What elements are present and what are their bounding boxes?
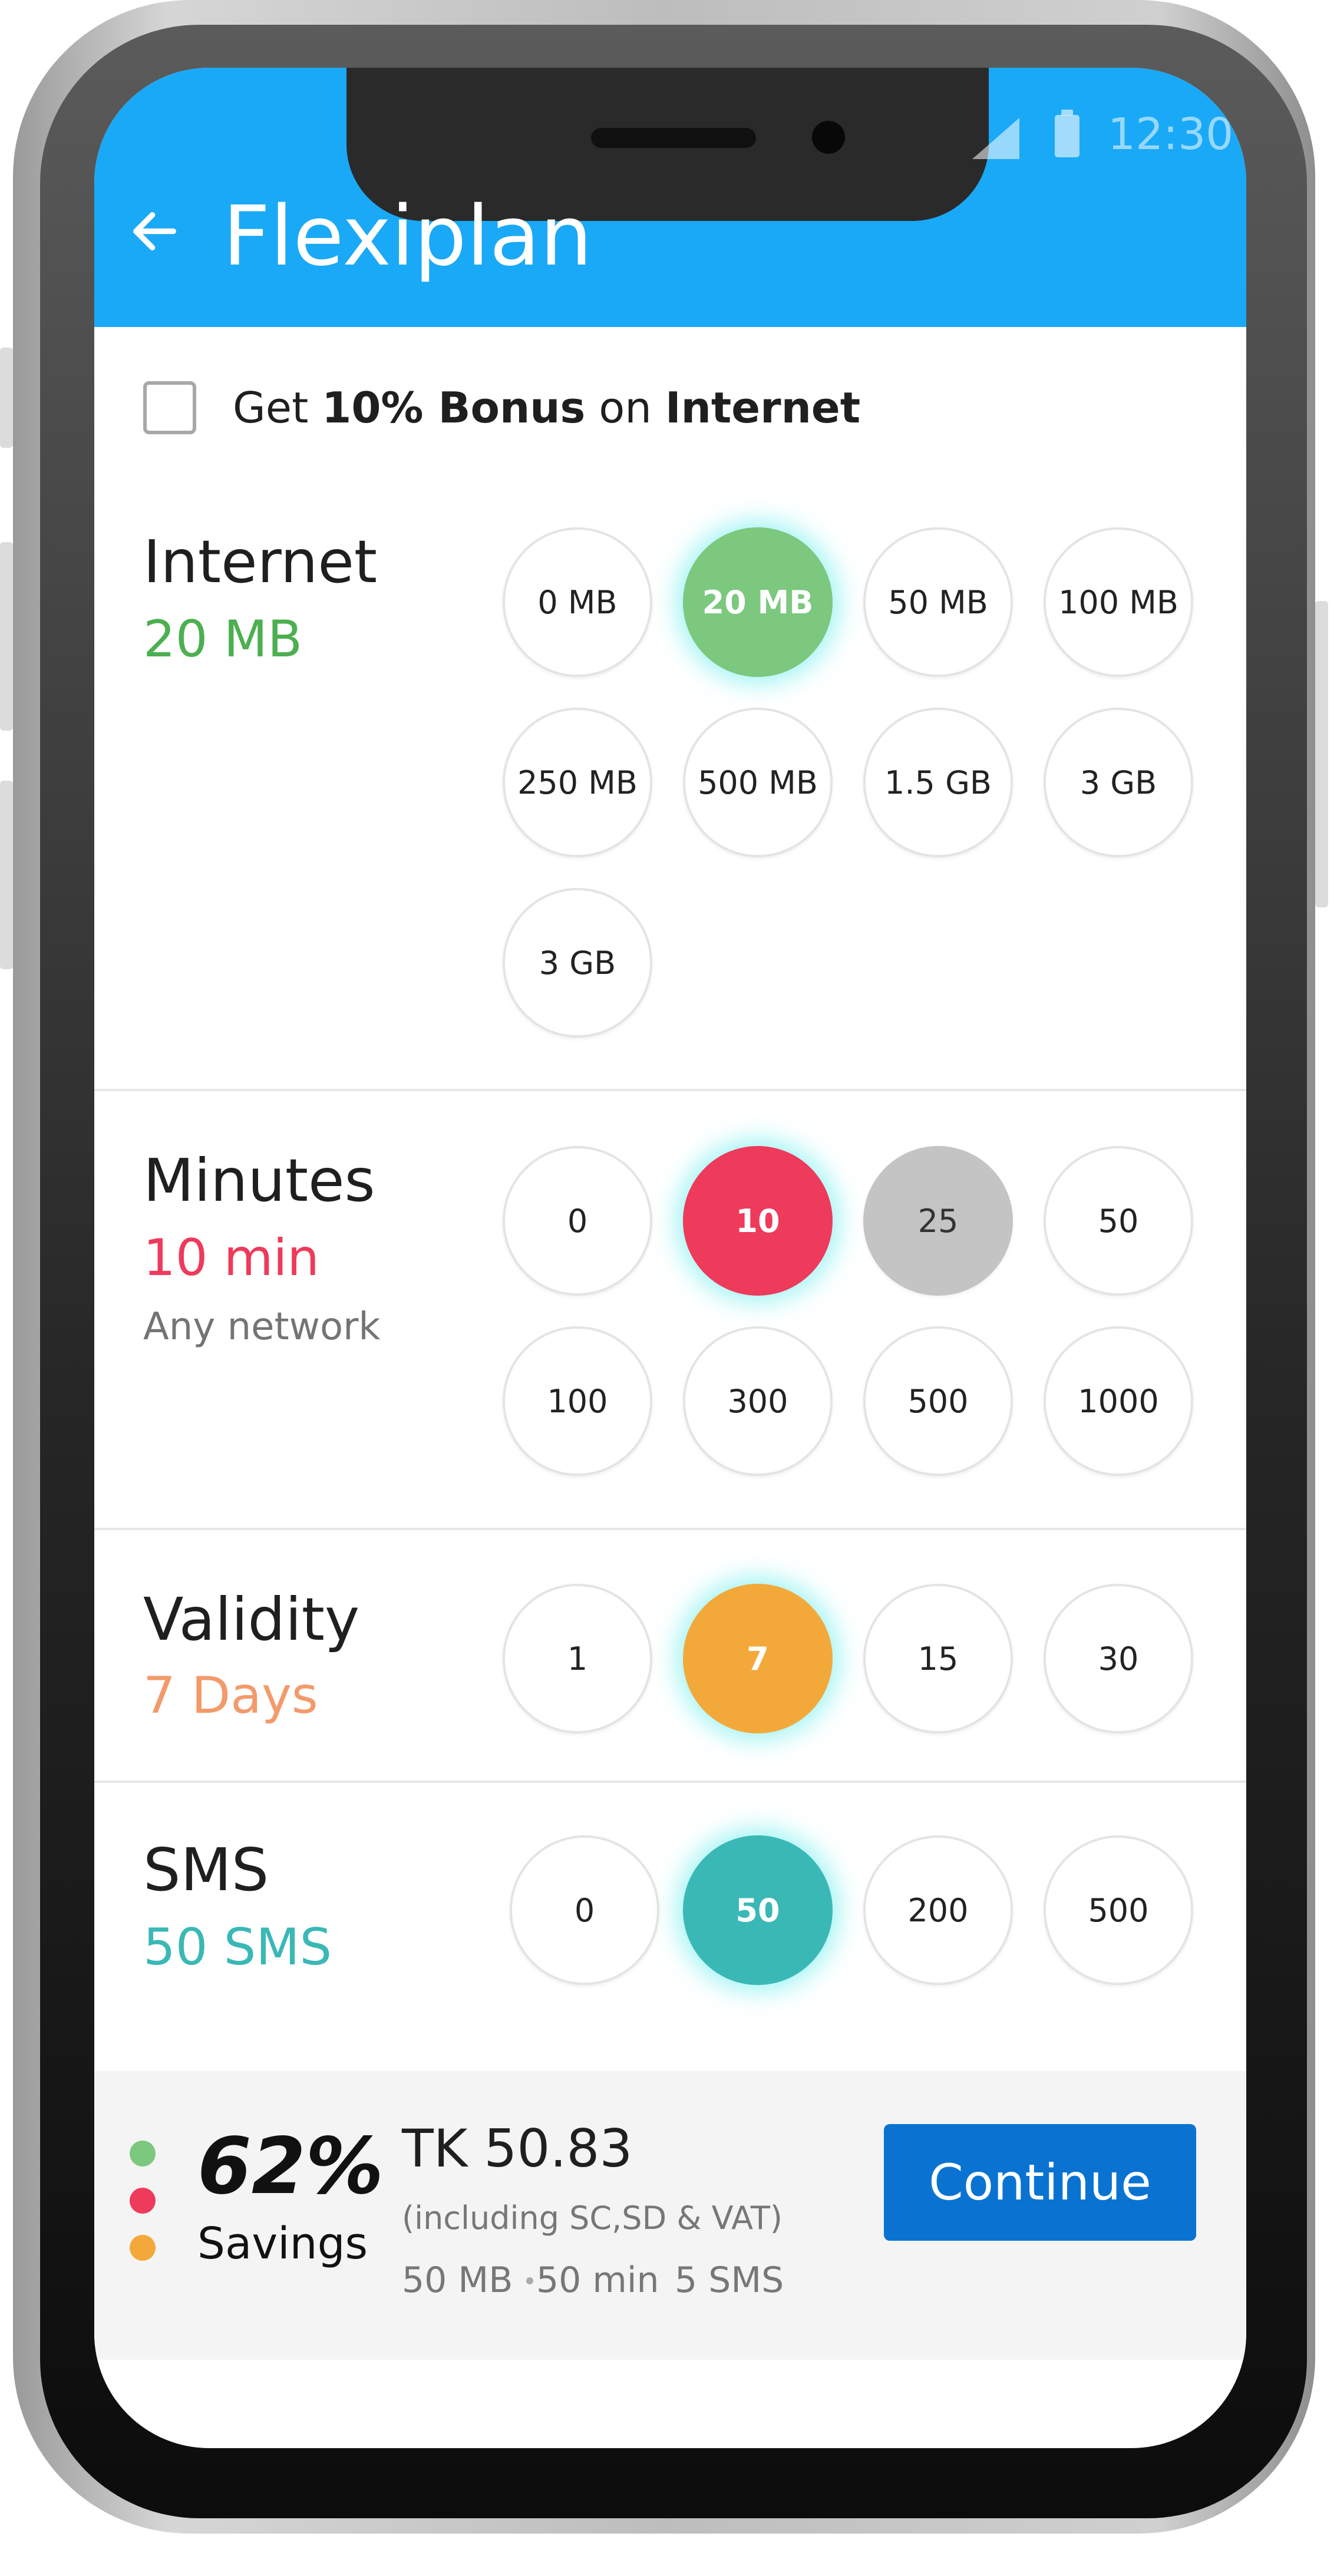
validity-option-selected[interactable]: 7 [683,1584,833,1733]
internet-option[interactable]: 500 MB [683,708,833,857]
front-camera [812,121,845,154]
pack-sms: 5 SMS [675,2260,784,2301]
arrow-left-icon[interactable] [127,203,183,259]
minutes-option[interactable]: 25 [863,1146,1013,1296]
minutes-value: 10 min [143,1228,319,1287]
minutes-option[interactable]: 50 [1044,1146,1193,1296]
sms-option[interactable]: 500 [1044,1835,1193,1985]
internet-option[interactable]: 3 GB [503,888,652,1038]
savings-dot-green [130,2141,156,2167]
sms-value: 50 SMS [143,1918,332,1977]
power-button [1315,601,1328,907]
minutes-option[interactable]: 500 [863,1326,1013,1476]
silent-switch [0,781,13,969]
bonus-label[interactable]: Get 10% Bonus on Internet [233,383,860,432]
savings-percent: 62% [197,2121,384,2212]
signal-icon [972,118,1019,159]
sms-title: SMS [143,1835,269,1904]
battery-icon [1055,110,1079,157]
internet-option[interactable]: 250 MB [503,708,652,857]
volume-down-button [0,542,13,731]
validity-option[interactable]: 1 [503,1584,652,1733]
sms-option[interactable]: 200 [863,1835,1013,1985]
speaker-grille [591,128,756,148]
section-divider [94,1089,1246,1091]
pack-separator [526,2277,533,2284]
minutes-option[interactable]: 1000 [1044,1326,1193,1476]
minutes-option[interactable]: 300 [683,1326,833,1476]
internet-option[interactable]: 1.5 GB [863,708,1013,857]
bonus-checkbox[interactable] [143,381,196,434]
internet-option[interactable]: 50 MB [863,527,1013,677]
internet-title: Internet [143,527,378,596]
section-divider [94,1781,1246,1783]
minutes-option[interactable]: 0 [503,1146,652,1296]
minutes-subtitle: Any network [143,1305,381,1349]
validity-value: 7 Days [143,1666,318,1725]
minutes-option[interactable]: 100 [503,1326,652,1476]
minutes-title: Minutes [143,1146,375,1215]
continue-button[interactable]: Continue [884,2124,1196,2241]
internet-option[interactable]: 0 MB [503,527,652,677]
sms-option[interactable]: 0 [510,1835,659,1985]
section-divider [94,1528,1246,1530]
volume-up-button [0,348,13,448]
savings-dot-orange [130,2235,156,2261]
validity-option[interactable]: 30 [1044,1584,1193,1733]
internet-option[interactable]: 100 MB [1044,527,1193,677]
phone-screen: 12:30 Flexiplan Get 10% Bonus on Interne… [94,68,1246,2448]
price-note: (including SC,SD & VAT) [402,2199,783,2237]
sms-option-selected[interactable]: 50 [683,1835,833,1985]
validity-option[interactable]: 15 [863,1584,1013,1733]
internet-option-selected[interactable]: 20 MB [683,527,833,677]
internet-option[interactable]: 3 GB [1044,708,1193,857]
validity-title: Validity [143,1585,360,1654]
status-time: 12:30 [1108,109,1234,160]
savings-label: Savings [197,2218,368,2269]
price: TK 50.83 [402,2118,633,2179]
minutes-option-selected[interactable]: 10 [683,1146,833,1296]
savings-dot-red [130,2188,156,2214]
internet-value: 20 MB [143,610,302,669]
pack-minutes: 50 min [536,2260,659,2301]
page-title: Flexiplan [223,189,593,285]
pack-data: 50 MB [402,2260,513,2301]
